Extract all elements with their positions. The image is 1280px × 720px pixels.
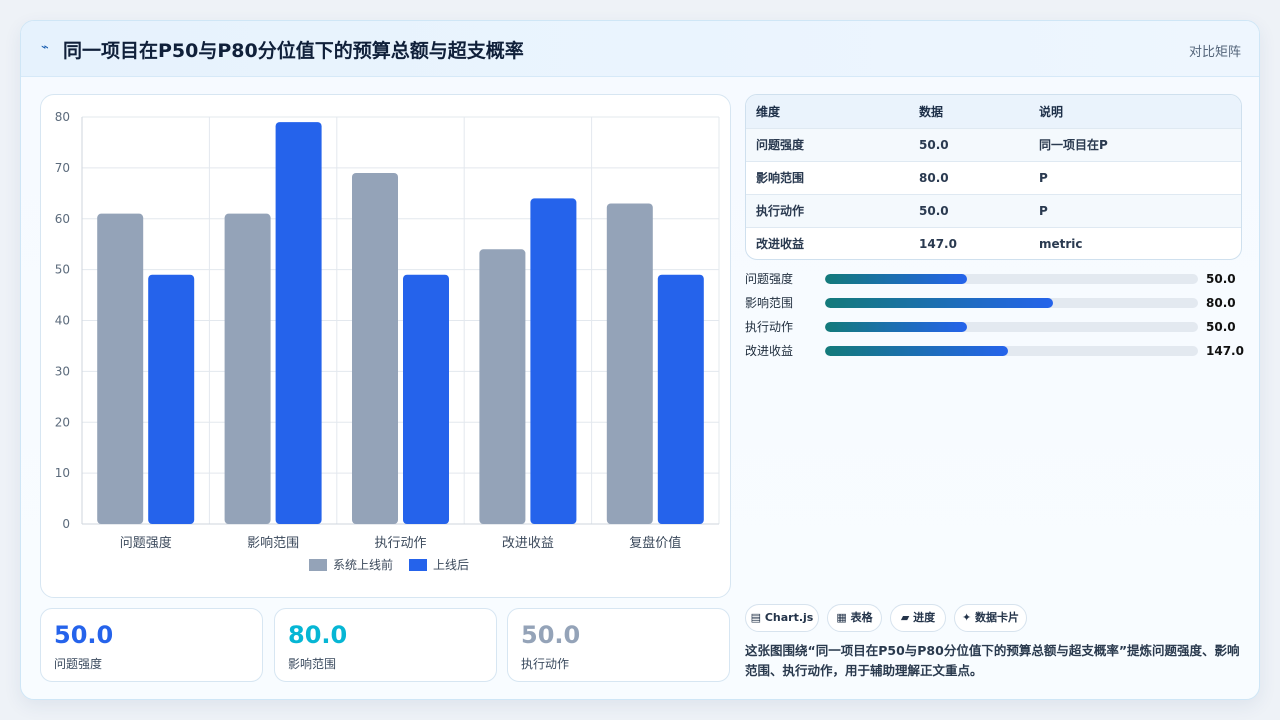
legend-swatch [309,559,327,571]
bar-chart: 0 10 20 30 40 50 60 70 80 问题强度 影响范围 执行动作 改进收益 复盘价值系统上… [55,110,720,572]
table-cell: 147.0 [919,236,957,251]
stat-value: 50.0 [54,621,114,649]
chart-spark-icon: ⌁ [41,40,49,55]
table-header: 维度 [746,95,909,129]
y-tick-label: 50 [55,263,70,277]
table-header-row: 维度 数据 说明 [746,95,1241,129]
progress-track [825,298,1198,308]
bar [403,274,449,524]
progress-value: 147.0 [1206,344,1244,358]
chart-description: 这张图围绕“同一项目在P50与P80分位值下的预算总额与超支概率”提炼问题强度、… [745,643,1240,678]
progress-row: 问题强度 50.0 [745,271,1245,295]
x-tick-label: 改进收益 [502,536,554,551]
bar [530,198,577,524]
progress-row: 执行动作 50.0 [745,319,1245,343]
progress-chip[interactable]: ▰ 进度 [890,604,946,632]
progress-row: 改进收益 147.0 [745,343,1245,367]
table-cell: P [1029,194,1241,228]
table-header: 数据 [909,95,1029,129]
x-tick-label: 影响范围 [247,535,299,551]
x-tick-label: 问题强度 [120,535,172,551]
bar [352,172,398,524]
chart-js-chip[interactable]: ▤ Chart.js [745,604,819,632]
bar [479,249,526,524]
progress-fill [825,346,1008,356]
progress-fill [825,298,1053,308]
y-tick-label: 40 [55,314,70,328]
table-row: 影响范围 80.0 P [746,161,1241,195]
stat-card: 50.0 执行动作 [507,608,730,682]
table-cell: 执行动作 [746,194,909,228]
mode-label: 对比矩阵 [1188,45,1241,60]
table-row: 改进收益 147.0 metric [746,227,1241,259]
x-tick-label: 复盘价值 [629,535,681,551]
y-tick-label: 60 [55,212,70,226]
progress-list: 问题强度 50.0 影响范围 80.0 执行动作 50.0 改进收益 147.0 [745,271,1245,367]
table-cell: 影响范围 [746,161,909,195]
stat-card: 80.0 影响范围 [274,608,497,682]
stat-value: 80.0 [288,621,348,649]
stat-card: 50.0 问题强度 [40,608,263,682]
legend-swatch [409,559,427,571]
progress-label: 执行动作 [745,320,794,334]
table-cell: 80.0 [909,161,1029,195]
table-cell: 50.0 [909,194,1029,228]
progress-track [825,274,1198,284]
bar [97,213,144,524]
legend-label: 上线后 [433,558,469,572]
table-header: 说明 [1029,95,1241,129]
table-row: 执行动作 50.0 P [746,194,1241,228]
table-cell: 同一项目在P [1029,128,1241,162]
y-tick-label: 0 [62,517,70,531]
progress-label: 问题强度 [745,272,794,286]
y-tick-label: 20 [55,415,70,429]
bar [606,203,653,525]
bar [148,274,195,524]
stat-value: 50.0 [521,621,581,649]
table-cell: 问题强度 [746,128,909,162]
progress-fill [825,322,967,332]
page-title: 同一项目在P50与P80分位值下的预算总额与超支概率 [63,40,524,62]
table-cell: metric [1039,236,1083,251]
progress-track [825,322,1198,332]
y-tick-label: 10 [55,466,70,480]
header: ⌁ 同一项目在P50与P80分位值下的预算总额与超支概率 对比矩阵 [21,21,1259,77]
y-tick-label: 30 [55,364,70,378]
dashboard-card: ⌁ 同一项目在P50与P80分位值下的预算总额与超支概率 对比矩阵 0 10 20 3… [20,20,1260,700]
bar [224,213,271,524]
y-tick-label: 70 [55,161,70,175]
bar [657,274,704,524]
stat-label: 影响范围 [288,657,337,671]
table-cell: 改进收益 [756,237,805,252]
progress-label: 改进收益 [745,344,794,358]
progress-row: 影响范围 80.0 [745,295,1245,319]
y-tick-label: 80 [55,110,70,124]
table-chip[interactable]: ▦ 表格 [827,604,882,632]
data-table: 维度 数据 说明 问题强度 50.0 同一项目在P 影响范围 80.0 P 执行… [745,94,1242,260]
progress-value: 50.0 [1206,272,1236,286]
bar-chart-panel: 0 10 20 30 40 50 60 70 80 问题强度 影响范围 执行动作 改进收益 复盘价值系统上… [40,94,731,598]
legend-label: 系统上线前 [333,557,393,572]
progress-fill [825,274,967,284]
progress-track [825,346,1198,356]
x-tick-label: 执行动作 [374,536,426,551]
table-cell: P [1029,161,1241,195]
progress-label: 影响范围 [745,296,794,310]
stat-label: 问题强度 [54,657,103,671]
table-row: 问题强度 50.0 同一项目在P [746,128,1241,162]
table-cell: 50.0 [909,128,1029,162]
data-card-chip[interactable]: ✦ 数据卡片 [954,604,1027,632]
progress-value: 50.0 [1206,320,1236,334]
bar [275,122,322,525]
progress-value: 80.0 [1206,296,1236,310]
stat-label: 执行动作 [521,657,570,671]
